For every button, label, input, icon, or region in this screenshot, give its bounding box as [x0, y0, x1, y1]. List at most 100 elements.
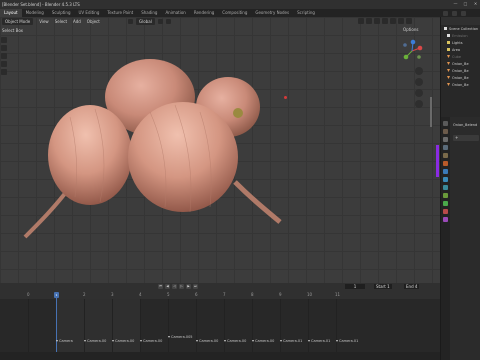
tab-texture-paint[interactable]: Texture Paint — [103, 9, 137, 17]
mesh-icon — [447, 62, 450, 65]
outliner-row[interactable]: Area — [441, 46, 480, 53]
frame-grid-line — [196, 299, 197, 360]
data-tab-icon[interactable] — [443, 201, 448, 206]
frame-tick-label: 11 — [335, 292, 341, 297]
marker-label: Camera.00 — [199, 339, 219, 343]
outliner-row[interactable]: Onion_Be — [441, 60, 480, 67]
outliner-header — [441, 17, 480, 25]
frame-grid-line — [168, 299, 169, 360]
mesh-icon — [447, 55, 450, 58]
window-title: [Blender Set.blend] - Blender 4.5.3 LTS — [2, 2, 80, 7]
outliner-row[interactable]: Onion_Be — [441, 74, 480, 81]
marker-triangle-icon — [280, 340, 282, 342]
jump-start-icon[interactable]: ⏮ — [158, 284, 163, 289]
camera-marker[interactable]: Camera.00 — [224, 339, 246, 343]
frame-grid-line — [252, 299, 253, 360]
object-name: Onion_Belend — [453, 123, 478, 127]
view-layer-tab-icon[interactable] — [443, 145, 448, 150]
outliner-row[interactable]: Onion_Be — [441, 67, 480, 74]
timeline[interactable]: 01234567891011 1 CameraCamera.00Camera.0… — [0, 291, 440, 360]
marker-label: Camera.005 — [171, 335, 193, 339]
tab-rendering[interactable]: Rendering — [190, 9, 218, 17]
playhead-line — [56, 298, 57, 360]
jump-end-icon[interactable]: ⏭ — [193, 284, 198, 289]
outliner-row[interactable]: Lights — [441, 39, 480, 46]
outliner-row[interactable]: Scene Collection — [441, 25, 480, 32]
outliner-row[interactable]: Cube — [441, 53, 480, 60]
filter-icon[interactable] — [461, 10, 466, 16]
texture-tab-icon[interactable] — [443, 217, 448, 222]
camera-marker[interactable]: Camera.01 — [308, 339, 330, 343]
properties-panel[interactable]: Onion_Belend + — [440, 117, 480, 360]
outliner-row-label: Area — [452, 47, 461, 52]
outliner-row[interactable]: Emission — [441, 32, 480, 39]
timeline-header: ⏮ ◀ ◁ ▷ ▶ ⏭ 1 Start 1 End 4 — [0, 283, 440, 291]
frame-tick-label: 4 — [139, 292, 142, 297]
frame-grid-line — [336, 299, 337, 360]
start-frame-field[interactable]: Start 1 — [374, 284, 392, 289]
camera-marker[interactable]: Camera.00 — [140, 339, 162, 343]
outliner[interactable]: Scene Collection Emission Lights Area Cube On… — [440, 17, 480, 117]
frame-tick-label: 9 — [279, 292, 282, 297]
outliner-row[interactable]: Onion_Be — [441, 81, 480, 88]
tab-shading[interactable]: Shading — [137, 9, 161, 17]
frame-grid-line — [308, 299, 309, 360]
tab-layout[interactable]: Layout — [0, 9, 22, 17]
object-tab-icon[interactable] — [443, 161, 448, 166]
marker-label: Camera — [59, 339, 73, 343]
current-frame-field[interactable]: 1 — [345, 284, 365, 289]
scene-tab-icon[interactable] — [443, 153, 448, 158]
camera-marker[interactable]: Camera.005 — [168, 335, 193, 339]
tab-compositing[interactable]: Compositing — [218, 9, 251, 17]
marker-triangle-icon — [56, 340, 58, 342]
frame-tick-label: 0 — [27, 292, 30, 297]
camera-marker[interactable]: Camera.00 — [252, 339, 274, 343]
tab-sculpting[interactable]: Sculpting — [48, 9, 75, 17]
marker-label: Camera.00 — [227, 339, 247, 343]
material-tab-icon[interactable] — [443, 209, 448, 214]
camera-marker[interactable]: Camera.00 — [112, 339, 134, 343]
physics-tab-icon[interactable] — [443, 185, 448, 190]
marker-triangle-icon — [252, 340, 254, 342]
start-label: Start — [376, 284, 386, 289]
modifier-tab-icon[interactable] — [443, 169, 448, 174]
camera-marker[interactable]: Camera — [56, 339, 73, 343]
onion-render[interactable] — [0, 17, 440, 283]
camera-marker[interactable]: Camera.00 — [196, 339, 218, 343]
next-key-icon[interactable]: ▶ — [186, 284, 191, 289]
minimize-icon[interactable]: — — [453, 1, 458, 6]
tab-modeling[interactable]: Modeling — [22, 9, 48, 17]
prev-key-icon[interactable]: ◀ — [165, 284, 170, 289]
camera-marker[interactable]: Camera.01 — [280, 339, 302, 343]
marker-triangle-icon — [140, 340, 142, 342]
outliner-row-label: Cube — [452, 54, 462, 59]
render-tab-icon[interactable] — [443, 129, 448, 134]
frame-tick-label: 10 — [307, 292, 313, 297]
particles-tab-icon[interactable] — [443, 177, 448, 182]
tab-geometry-nodes[interactable]: Geometry Nodes — [251, 9, 293, 17]
camera-marker[interactable]: Camera.01 — [336, 339, 358, 343]
constraints-tab-icon[interactable] — [443, 193, 448, 198]
play-icon[interactable]: ▷ — [179, 284, 184, 289]
marker-label: Camera.00 — [255, 339, 275, 343]
tab-animation[interactable]: Animation — [161, 9, 189, 17]
marker-label: Camera.01 — [283, 339, 303, 343]
view-layer-icon[interactable] — [452, 10, 457, 16]
output-tab-icon[interactable] — [443, 137, 448, 142]
maximize-icon[interactable]: □ — [463, 1, 468, 6]
3d-viewport[interactable]: Object Mode View Select Add Object Select Bo… — [0, 17, 440, 283]
tool-tab-icon[interactable] — [443, 121, 448, 126]
frame-tick-label: 3 — [111, 292, 114, 297]
play-reverse-icon[interactable]: ◁ — [172, 284, 177, 289]
frame-ruler[interactable]: 01234567891011 — [0, 291, 440, 299]
scene-icon[interactable] — [443, 10, 448, 16]
header-right-icons — [440, 9, 480, 17]
tab-uv-editing[interactable]: UV Editing — [75, 9, 104, 17]
camera-marker[interactable]: Camera.00 — [84, 339, 106, 343]
end-frame-field[interactable]: End 4 — [404, 284, 420, 289]
tab-scripting[interactable]: Scripting — [293, 9, 319, 17]
add-field[interactable]: + — [453, 135, 479, 141]
status-bar — [0, 352, 440, 360]
frame-tick-label: 7 — [223, 292, 226, 297]
close-icon[interactable]: ✕ — [473, 1, 478, 6]
